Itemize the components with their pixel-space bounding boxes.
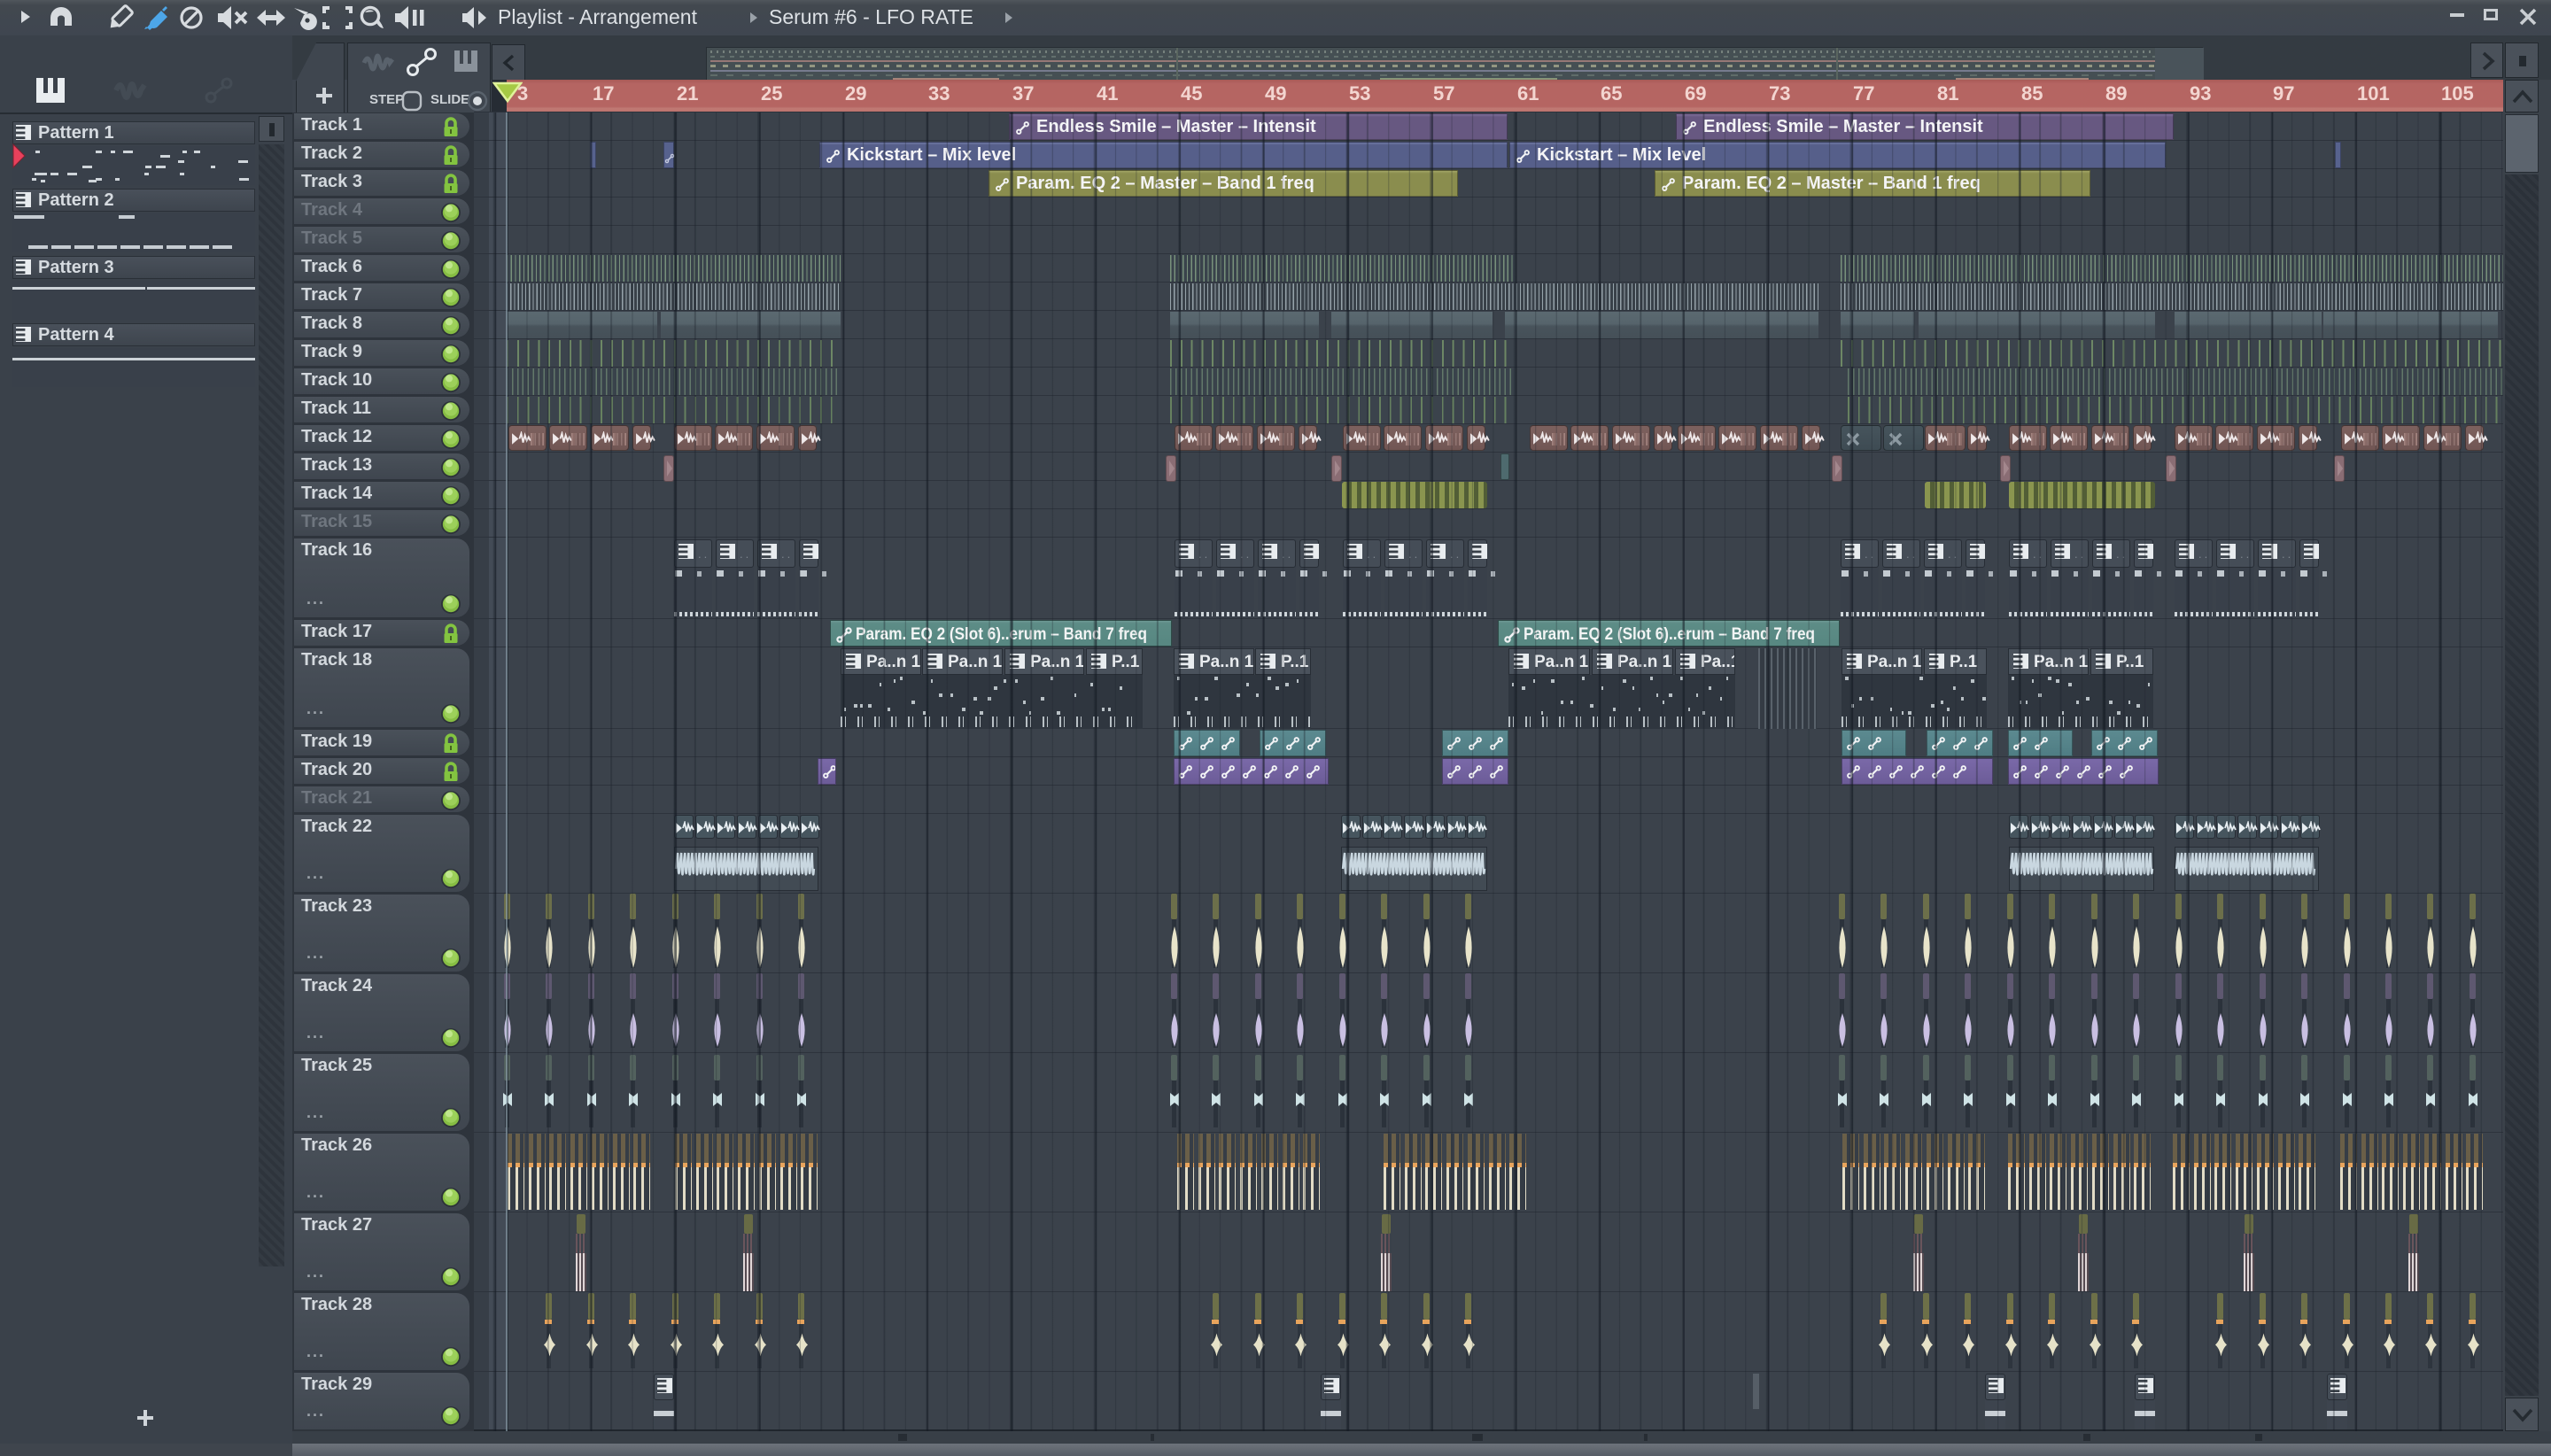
- svg-text:STEP: STEP: [369, 92, 404, 107]
- svg-text:SLIDE: SLIDE: [430, 92, 469, 107]
